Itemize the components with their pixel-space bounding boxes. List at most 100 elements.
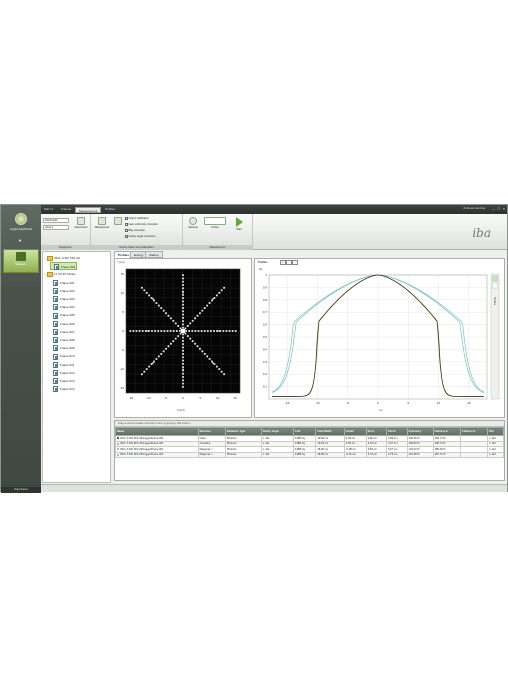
cell-text: 6.83 cm xyxy=(367,447,377,451)
cell-text: OFG: 6 MV FFF 20\Loggo\Frame 001 xyxy=(120,453,164,457)
zoom-out-icon[interactable]: − xyxy=(286,260,292,265)
cell-text: 109.74 % xyxy=(434,436,446,440)
tree-item[interactable]: Frame 012 xyxy=(50,369,75,377)
column-header[interactable]: Flatness X xyxy=(460,427,488,436)
main-menu-button[interactable]: Main ▾ xyxy=(44,207,53,211)
tree-item[interactable]: Frame 002 xyxy=(50,287,75,295)
tree-item[interactable]: Frame 008 xyxy=(50,336,75,344)
option-gain-uniformity[interactable]: Gain uniformity correction xyxy=(125,223,158,226)
sidebar-footer[interactable]: Data Status xyxy=(1,487,41,493)
option-output-calibration[interactable]: Output calibration xyxy=(125,217,149,220)
collapse-arrow-icon[interactable]: ▼ xyxy=(18,238,22,243)
cell-text: 187.74 % xyxy=(434,453,446,457)
column-header[interactable]: Name xyxy=(115,427,199,436)
detector-point xyxy=(129,330,132,332)
detector-point xyxy=(201,350,204,353)
tree-item[interactable]: Frame 001 xyxy=(50,262,77,271)
cell-text: 6.79 cm xyxy=(388,453,398,457)
column-header[interactable]: Symmetry xyxy=(406,427,434,436)
detector-point xyxy=(182,366,184,369)
tree-item[interactable]: Frame 011 xyxy=(50,361,74,369)
tree-item[interactable]: Frame 005 xyxy=(50,311,75,319)
option-gantry-correction[interactable]: Gantry angle correction xyxy=(125,235,155,238)
detector-point xyxy=(182,274,184,277)
y-tick-label: 0.9 xyxy=(263,285,268,289)
device-combo[interactable]: StarTrack2 xyxy=(43,218,69,223)
map-x-tick: -15 xyxy=(129,396,134,400)
column-header[interactable]: Flatness IL xyxy=(432,427,462,436)
detector-point xyxy=(182,346,184,349)
calibrate-button[interactable] xyxy=(112,217,124,226)
tree-item[interactable]: Frame 010 xyxy=(50,352,75,360)
column-header[interactable]: Pen L xyxy=(365,427,388,436)
tab-startup[interactable]: Startup xyxy=(145,251,163,258)
tab-measurement[interactable]: Measurement xyxy=(75,207,102,213)
tree-item[interactable]: Frame 003 xyxy=(50,295,75,303)
results-table: Name Direction Radiation Type Gantry Angle C… xyxy=(115,427,504,458)
measure-button[interactable]: Measure xyxy=(3,249,39,273)
tree-item[interactable]: Frame 001 xyxy=(50,279,75,287)
close-icon[interactable]: × xyxy=(503,206,505,211)
table-row[interactable]: OFG: 6 MV FFF 20\Loggo\Frame 001 Diagonal… xyxy=(115,451,504,458)
detector-point xyxy=(182,297,184,300)
start-button[interactable]: Start xyxy=(232,217,246,231)
detector-combo[interactable]: Array 1 xyxy=(43,225,69,230)
cell-text: n. def. xyxy=(262,442,270,446)
calibrate-icon xyxy=(114,217,122,225)
tree-item[interactable]: Frame 004 xyxy=(50,303,75,311)
minimize-icon[interactable]: – xyxy=(493,206,495,211)
option-bkg-correction[interactable]: Bkg correction xyxy=(125,229,145,232)
detector-point xyxy=(140,286,143,289)
tree-folder[interactable]: − OFG: 6 MV FFF 20 xyxy=(44,254,80,262)
tab-frames[interactable]: Frames xyxy=(61,207,71,211)
tree-item[interactable]: Frame 013 xyxy=(50,377,75,385)
zoom-in-icon[interactable]: + xyxy=(280,260,286,265)
detector-map[interactable]: -15 -10 -5 0 5 10 15 151050-5-10-15 xyxy=(115,259,251,417)
detector-map-panel: -15 -10 -5 0 5 10 15 15 10 5 0 -5 -10 -15 Y [cm] X [… xyxy=(114,258,252,418)
profiles-chart[interactable]: 1 0.9 0.8 0.7 0.6 0.5 0.4 0.3 0.2 0.1 -15 -10 -5 0 5 1… xyxy=(255,259,504,417)
detector-point xyxy=(203,307,206,310)
column-header[interactable]: Center xyxy=(343,427,367,436)
tree-item[interactable]: Frame 014 xyxy=(50,385,75,393)
tree-item[interactable]: Frame 006 xyxy=(50,320,75,328)
column-header[interactable]: Flat xyxy=(487,427,504,436)
tab-profiles[interactable]: Profiles xyxy=(105,207,115,211)
tree-item[interactable]: Frame 009 xyxy=(50,344,75,352)
column-header[interactable]: Pen R xyxy=(386,427,408,436)
y-tick-label: 0.8 xyxy=(263,298,268,302)
detector-point xyxy=(182,349,184,352)
detector-point xyxy=(218,291,221,294)
detector-point xyxy=(220,289,223,292)
settings-button[interactable]: Settings xyxy=(186,217,200,229)
detector-point xyxy=(182,353,184,355)
column-header[interactable]: CAX xyxy=(292,427,317,436)
tree-item-label: Frame 008 xyxy=(60,338,75,342)
disconnect-button[interactable]: Disconnect xyxy=(72,217,90,229)
mode-selector[interactable]: Online xyxy=(202,217,228,229)
background-button[interactable]: Background xyxy=(93,217,111,229)
column-header[interactable]: Radiation Type xyxy=(224,427,262,436)
detector-point xyxy=(216,330,218,332)
profiles-title: Profiles xyxy=(258,261,268,264)
table-cell: Photons xyxy=(224,451,262,458)
tree-item[interactable]: Frame 007 xyxy=(50,328,75,336)
column-header[interactable]: Field Width xyxy=(315,427,345,436)
column-header[interactable]: Gantry Angle xyxy=(260,427,294,436)
table-cell: n. def. xyxy=(260,451,294,458)
column-header[interactable]: Direction xyxy=(197,427,226,436)
cell-text: -0.01 cm xyxy=(345,453,356,457)
tree-folder[interactable]: −17.10.XX Online xyxy=(44,270,76,278)
map-y-tick: 15 xyxy=(121,272,125,276)
zoom-reset-icon[interactable]: ○ xyxy=(292,260,298,265)
maximize-icon[interactable]: □ xyxy=(498,206,500,211)
detector-point xyxy=(172,319,175,322)
cell-text: n. def. xyxy=(262,436,270,440)
user-name[interactable]: Andreas Henning xyxy=(463,206,485,210)
tree-item-label: Frame 011 xyxy=(60,362,75,367)
detector-point xyxy=(213,330,215,332)
map-y-tick: -5 xyxy=(121,348,124,352)
detector-point xyxy=(170,342,172,345)
top-bar: Main ▾ Frames Measurement Profiles Andre… xyxy=(41,205,507,214)
folder-icon xyxy=(47,255,53,261)
detector-point xyxy=(194,330,197,332)
